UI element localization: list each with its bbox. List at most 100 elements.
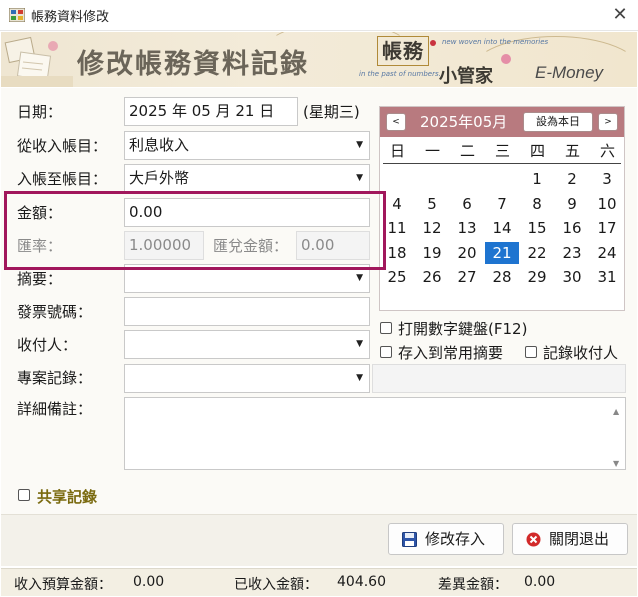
window-title: 帳務資料修改: [31, 10, 110, 25]
weekday-header: 日: [389, 142, 405, 160]
calendar-day[interactable]: 19: [415, 242, 449, 264]
record-payee-checkbox[interactable]: [525, 346, 537, 358]
calendar-day[interactable]: 7: [485, 193, 519, 215]
date-field[interactable]: 2025 年 05 月 21 日: [124, 97, 298, 126]
project-select[interactable]: ▼: [124, 364, 370, 393]
invoice-number-label: 發票號碼：: [17, 303, 93, 321]
weekday-header: 一: [424, 142, 440, 160]
payee-select[interactable]: ▼: [124, 330, 370, 359]
app-icon: [9, 8, 25, 22]
calendar-day[interactable]: 13: [450, 217, 484, 239]
calendar-day[interactable]: 14: [485, 217, 519, 239]
calendar-month: 2025年05月: [420, 113, 508, 131]
date-label: 日期：: [17, 103, 63, 121]
save-changes-label: 修改存入: [425, 530, 486, 548]
calendar-day[interactable]: 27: [450, 266, 484, 288]
project-label: 專案記錄：: [17, 369, 93, 387]
calendar-day[interactable]: 22: [520, 242, 554, 264]
received-amount-label: 已收入金額：: [234, 577, 318, 593]
calendar-day[interactable]: 20: [450, 242, 484, 264]
calendar-day[interactable]: 15: [520, 217, 554, 239]
banner-logo: 帳務: [377, 36, 429, 66]
save-common-summary-checkbox[interactable]: [380, 346, 392, 358]
calendar-next-button[interactable]: >: [598, 113, 618, 131]
banner-dot-decoration: [501, 54, 511, 64]
close-exit-label: 關閉退出: [549, 530, 610, 548]
received-amount-value: 404.60: [337, 574, 386, 590]
status-bar: 收入預算金額： 0.00 已收入金額： 404.60 差異金額： 0.00: [1, 568, 637, 596]
weekday-header: 五: [564, 142, 580, 160]
highlight-annotation-box: [4, 191, 386, 270]
income-budget-label: 收入預算金額：: [14, 577, 112, 593]
banner-subtitle: 小管家: [439, 66, 493, 87]
chevron-down-icon: ▼: [356, 339, 363, 349]
calendar-day[interactable]: 6: [450, 193, 484, 215]
calendar-day[interactable]: 8: [520, 193, 554, 215]
shared-record-checkbox[interactable]: [18, 489, 30, 501]
close-exit-button[interactable]: 關閉退出: [512, 523, 628, 555]
save-changes-button[interactable]: 修改存入: [388, 523, 504, 555]
title-bar: 帳務資料修改 ✕: [0, 0, 638, 31]
notes-textarea[interactable]: ▲ ▼: [124, 397, 626, 470]
calendar-day[interactable]: 28: [485, 266, 519, 288]
calendar-day[interactable]: 5: [415, 193, 449, 215]
calendar-day[interactable]: 12: [415, 217, 449, 239]
chevron-down-icon: ▼: [356, 173, 363, 183]
calendar-grid: 1 2 3 4 5 6 7 8 9 10 11 12 13 14 15 16 17 18 19 20 21 22 23 24 2…: [380, 161, 624, 291]
income-budget-value: 0.00: [133, 574, 165, 590]
stationery-illustration-icon: [1, 36, 73, 87]
difference-value: 0.00: [524, 574, 556, 590]
close-circle-icon: [526, 532, 541, 547]
calendar-day[interactable]: 24: [590, 242, 624, 264]
window-close-button[interactable]: ✕: [607, 3, 633, 27]
record-payee-label[interactable]: 記錄收付人: [543, 342, 618, 363]
save-common-summary-label[interactable]: 存入到常用摘要: [398, 342, 503, 363]
floppy-disk-icon: [402, 532, 417, 547]
calendar-day[interactable]: 29: [520, 266, 554, 288]
from-account-value: 利息收入: [129, 136, 190, 154]
chevron-down-icon: ▼: [356, 373, 363, 383]
weekday-header: 四: [529, 142, 545, 160]
calendar-day[interactable]: 23: [555, 242, 589, 264]
to-account-select[interactable]: 大戶外幣 ▼: [124, 164, 370, 193]
calendar-day[interactable]: 1: [520, 168, 554, 190]
banner: 修改帳務資料記錄 帳務 new woven into the memories …: [1, 32, 637, 87]
to-account-label: 入帳至帳目：: [17, 170, 108, 188]
calendar-header: < 2025年05月 設為本日 >: [380, 107, 624, 137]
banner-tagline-top: new woven into the memories: [442, 38, 549, 46]
banner-dot-decoration: [430, 40, 436, 46]
scroll-up-icon[interactable]: ▲: [613, 402, 619, 422]
numeric-keypad-checkbox[interactable]: [380, 322, 392, 334]
banner-tagline-bottom: in the past of numbers.: [359, 70, 441, 78]
calendar-day[interactable]: 31: [590, 266, 624, 288]
notes-scrollbar[interactable]: ▲ ▼: [609, 398, 625, 469]
invoice-number-field[interactable]: [124, 297, 370, 326]
calendar-prev-button[interactable]: <: [386, 113, 406, 131]
calendar-day-selected[interactable]: 21: [485, 241, 519, 264]
difference-label: 差異金額：: [438, 577, 508, 593]
calendar-day[interactable]: 9: [555, 193, 589, 215]
calendar-day[interactable]: 30: [555, 266, 589, 288]
numeric-keypad-label[interactable]: 打開數字鍵盤(F12): [398, 318, 527, 339]
weekday-header: 二: [459, 142, 475, 160]
payee-label: 收付人：: [17, 336, 78, 354]
weekday-header: 六: [599, 142, 615, 160]
weekday-label: (星期三): [303, 103, 360, 121]
set-today-button[interactable]: 設為本日: [523, 112, 593, 132]
calendar-day[interactable]: 3: [590, 168, 624, 190]
calendar-day[interactable]: 26: [415, 266, 449, 288]
from-account-label: 從收入帳目：: [17, 137, 108, 155]
weekday-header: 三: [494, 142, 510, 160]
chevron-down-icon: ▼: [356, 140, 363, 150]
shared-record-label[interactable]: 共享記錄: [37, 486, 97, 507]
from-account-select[interactable]: 利息收入 ▼: [124, 131, 370, 160]
project-detail-field: [372, 364, 626, 393]
calendar-day[interactable]: 2: [555, 168, 589, 190]
scroll-down-icon[interactable]: ▼: [613, 454, 619, 469]
banner-brand: E-Money: [535, 63, 604, 82]
notes-label: 詳細備註：: [17, 400, 93, 418]
calendar-day[interactable]: 16: [555, 217, 589, 239]
calendar-day[interactable]: 17: [590, 217, 624, 239]
summary-label: 摘要：: [17, 270, 63, 288]
calendar-day[interactable]: 10: [590, 193, 624, 215]
